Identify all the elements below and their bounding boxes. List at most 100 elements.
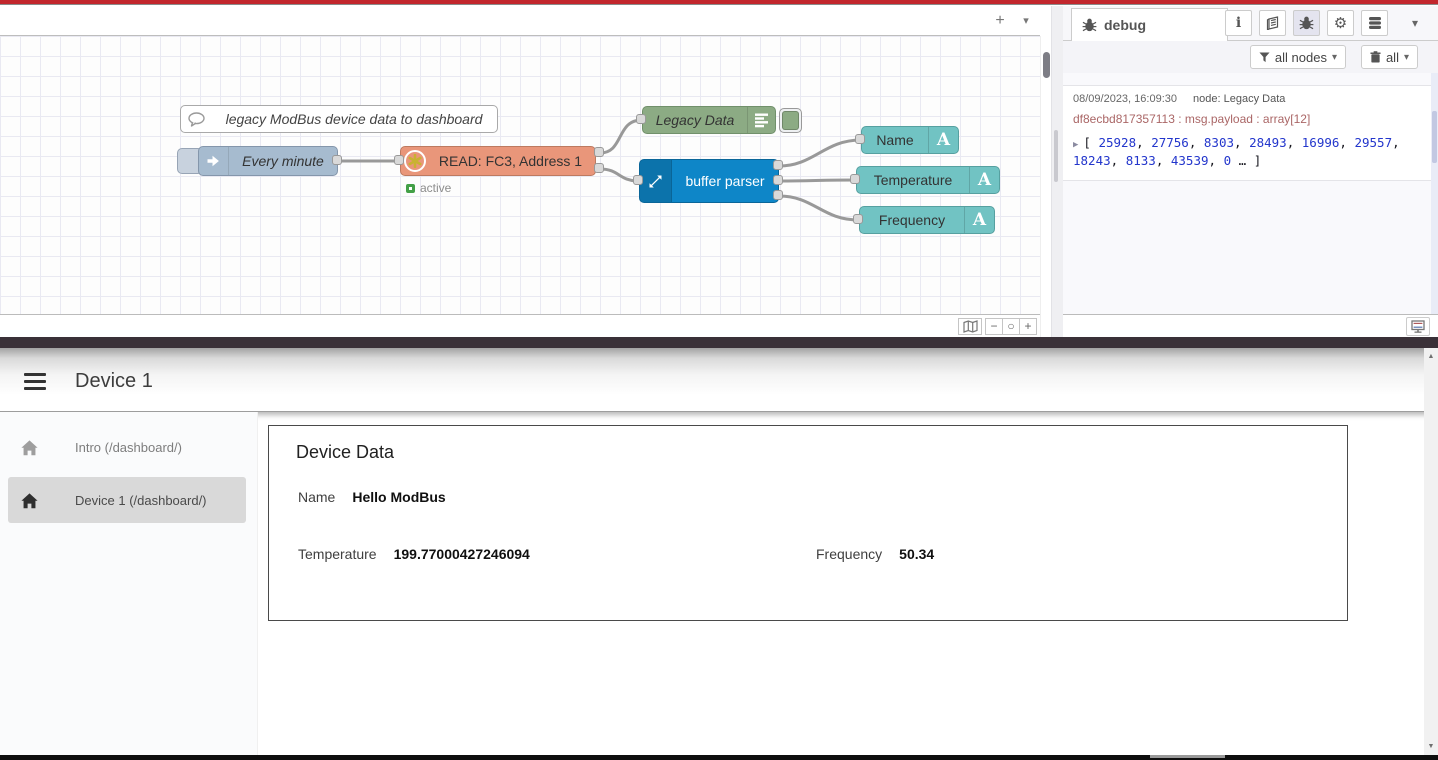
nav-item-device-1[interactable]: Device 1 (/dashboard/): [8, 477, 246, 523]
window-top-accent: [0, 0, 1438, 5]
navigator-map-button[interactable]: [958, 318, 982, 335]
modbus-node-status: active: [406, 181, 451, 195]
inject-node-label: Every minute: [229, 153, 337, 169]
hamburger-menu-icon[interactable]: [24, 373, 46, 394]
window-separator: [0, 337, 1438, 348]
payload-numbers: 25928, 27756, 8303, 28493, 16996, 29557,…: [1073, 135, 1400, 168]
field-label: Temperature: [298, 546, 377, 562]
debug-message[interactable]: 08/09/2023, 16:09:30 node: Legacy Data d…: [1063, 85, 1431, 181]
tab-info-button[interactable]: i: [1225, 10, 1252, 36]
inject-output-port[interactable]: [332, 155, 342, 165]
debug-message-payload[interactable]: ▶ [ 25928, 27756, 8303, 28493, 16996, 295…: [1073, 134, 1421, 170]
modbus-output-port-1[interactable]: [594, 147, 604, 157]
ui-frequency-input-port[interactable]: [853, 214, 863, 224]
editor-footer: − ○ +: [0, 314, 1040, 337]
ui-name-input-port[interactable]: [855, 134, 865, 144]
modbus-output-port-2[interactable]: [594, 163, 604, 173]
debug-filter-button[interactable]: all nodes ▾: [1250, 45, 1346, 69]
field-temperature: Temperature 199.77000427246094: [298, 546, 530, 562]
debug-sidebar: debug i ⚙ ▾ all nodes ▾: [1063, 6, 1438, 337]
nav-item-intro[interactable]: Intro (/dashboard/): [8, 424, 246, 470]
modbus-icon: [404, 150, 426, 172]
canvas-vertical-scrollbar[interactable]: [1040, 36, 1051, 337]
buffer-output-port-2[interactable]: [773, 175, 783, 185]
zoom-in-button[interactable]: +: [1019, 318, 1037, 335]
expand-caret-icon[interactable]: ▶: [1073, 140, 1078, 150]
sidebar-tab-header: debug i ⚙ ▾: [1063, 6, 1438, 41]
debug-message-meta[interactable]: df8ecbd817357113 : msg.payload : array[1…: [1073, 112, 1419, 126]
text-widget-icon: A: [964, 207, 994, 233]
comment-node[interactable]: legacy ModBus device data to dashboard: [180, 105, 498, 133]
ui-temperature-input-port[interactable]: [850, 174, 860, 184]
buffer-parser-node[interactable]: buffer parser: [639, 159, 779, 203]
debug-clear-label: all: [1386, 50, 1399, 65]
scroll-down-arrow[interactable]: ▼: [1424, 739, 1438, 754]
bug-icon: [1082, 18, 1097, 32]
home-icon: [20, 492, 39, 509]
text-widget-icon: A: [928, 127, 958, 153]
modbus-read-node[interactable]: READ: FC3, Address 1: [400, 146, 596, 176]
debug-message-timestamp: 08/09/2023, 16:09:30: [1073, 93, 1177, 105]
tab-debug[interactable]: debug: [1071, 8, 1228, 41]
divider-thumb[interactable]: [1054, 130, 1058, 182]
debug-levels-icon: [747, 107, 775, 133]
sidebar-divider[interactable]: [1051, 6, 1063, 337]
ui-frequency-label: Frequency: [860, 212, 964, 228]
field-value: 199.77000427246094: [394, 546, 530, 562]
ui-text-node-temperature[interactable]: Temperature A: [856, 166, 1000, 194]
payload-open-bracket: [: [1083, 135, 1091, 150]
debug-message-list[interactable]: 08/09/2023, 16:09:30 node: Legacy Data d…: [1063, 73, 1438, 314]
modbus-status-text: active: [420, 181, 451, 195]
dashboard-scrollbar[interactable]: ▲ ▼: [1424, 348, 1438, 755]
chevron-down-icon: ▾: [1332, 52, 1337, 63]
buffer-output-port-3[interactable]: [773, 190, 783, 200]
dashboard-window: Device 1 Intro (/dashboard/) Device 1 (/…: [0, 348, 1438, 755]
tab-context-button[interactable]: [1361, 10, 1388, 36]
debug-node[interactable]: Legacy Data: [642, 106, 776, 134]
taskbar-fragment: [1150, 755, 1225, 758]
flow-menu-caret[interactable]: ▾: [1014, 10, 1038, 32]
funnel-icon: [1259, 52, 1270, 63]
zoom-reset-button[interactable]: ○: [1002, 318, 1020, 335]
debug-input-port[interactable]: [636, 114, 646, 124]
card-title: Device Data: [296, 442, 394, 463]
dashboard-nav: Intro (/dashboard/) Device 1 (/dashboard…: [0, 412, 258, 755]
zoom-out-button[interactable]: −: [985, 318, 1003, 335]
tab-help-button[interactable]: [1259, 10, 1286, 36]
field-label: Name: [298, 489, 335, 505]
scrollbar-thumb[interactable]: [1043, 52, 1050, 78]
bug-icon: [1299, 16, 1314, 30]
debug-toggle-state: [782, 111, 799, 130]
field-name: Name Hello ModBus: [298, 489, 446, 505]
nav-item-label: Device 1 (/dashboard/): [75, 493, 207, 508]
workspace-tabbar: + ▾: [0, 6, 1040, 36]
tab-debug-label: debug: [1104, 17, 1146, 33]
tab-config-button[interactable]: ⚙: [1327, 10, 1354, 36]
debug-scrollbar[interactable]: [1431, 73, 1438, 314]
sidebar-menu-caret[interactable]: ▾: [1406, 10, 1424, 36]
field-value: 50.34: [899, 546, 934, 562]
buffer-output-port-1[interactable]: [773, 160, 783, 170]
device-data-card: Device Data Name Hello ModBus Temperatur…: [268, 425, 1348, 621]
flow-canvas[interactable]: legacy ModBus device data to dashboard E…: [0, 36, 1040, 314]
inject-node[interactable]: Every minute: [198, 146, 338, 176]
open-debug-window-button[interactable]: [1406, 317, 1430, 336]
sidebar-footer: [1063, 314, 1438, 337]
ui-text-node-frequency[interactable]: Frequency A: [859, 206, 995, 234]
scrollbar-thumb[interactable]: [1432, 111, 1437, 163]
tab-debug-button[interactable]: [1293, 10, 1320, 36]
add-flow-button[interactable]: +: [988, 10, 1012, 32]
ui-text-node-name[interactable]: Name A: [861, 126, 959, 154]
window-bottom-edge: [0, 755, 1438, 760]
modbus-input-port[interactable]: [394, 155, 404, 165]
field-value: Hello ModBus: [352, 489, 445, 505]
debug-enable-toggle[interactable]: [779, 108, 802, 133]
debug-clear-button[interactable]: all ▾: [1361, 45, 1418, 69]
buffer-input-port[interactable]: [633, 175, 643, 185]
dashboard-page-title: Device 1: [75, 370, 153, 393]
monitor-icon: [1411, 320, 1425, 333]
modbus-node-label: READ: FC3, Address 1: [426, 153, 595, 169]
debug-message-node[interactable]: node: Legacy Data: [1193, 93, 1285, 105]
scroll-up-arrow[interactable]: ▲: [1424, 349, 1438, 364]
trash-icon: [1370, 51, 1381, 63]
